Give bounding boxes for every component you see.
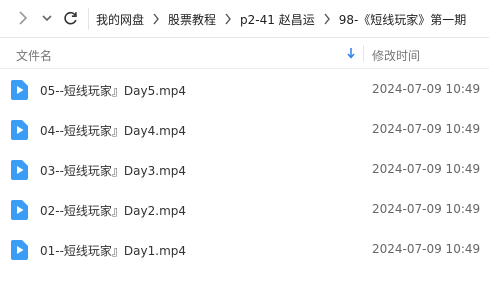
chevron-right-icon (19, 11, 28, 25)
file-name: 03--短线玩家』Day3.mp4 (40, 164, 187, 178)
file-name: 01--短线玩家』Day1.mp4 (40, 244, 187, 258)
chevron-right-icon (149, 12, 163, 26)
refresh-button[interactable] (61, 9, 79, 27)
breadcrumb-item-p2-41[interactable]: p2-41 赵昌运 (236, 11, 319, 28)
file-modified-time: 2024-07-09 10:49 (372, 122, 481, 136)
file-modified-time: 2024-07-09 10:49 (372, 202, 481, 216)
video-file-icon (11, 200, 28, 220)
file-browser-window: 我的网盘 股票教程 p2-41 赵昌运 98-《短线玩家》第一期 文件名 修改时… (0, 0, 489, 284)
breadcrumb-item-current[interactable]: 98-《短线玩家》第一期 (335, 11, 471, 28)
column-header-modified[interactable]: 修改时间 (372, 47, 420, 64)
file-row[interactable]: 04--短线玩家』Day4.mp4 2024-07-09 10:49 (0, 110, 489, 150)
video-file-icon (11, 240, 28, 260)
history-dropdown-button[interactable] (38, 9, 56, 27)
file-modified-time: 2024-07-09 10:49 (372, 82, 481, 96)
video-file-icon (11, 120, 28, 140)
file-name: 02--短线玩家』Day2.mp4 (40, 204, 187, 218)
file-row[interactable]: 02--短线玩家』Day2.mp4 2024-07-09 10:49 (0, 190, 489, 230)
column-divider[interactable] (363, 45, 364, 62)
chevron-right-icon (320, 12, 334, 26)
file-name: 04--短线玩家』Day4.mp4 (40, 124, 187, 138)
file-row[interactable]: 01--短线玩家』Day1.mp4 2024-07-09 10:49 (0, 230, 489, 270)
file-modified-time: 2024-07-09 10:49 (372, 242, 481, 256)
chevron-right-icon (221, 12, 235, 26)
file-row[interactable]: 05--短线玩家』Day5.mp4 2024-07-09 10:49 (0, 70, 489, 110)
file-modified-time: 2024-07-09 10:49 (372, 162, 481, 176)
chevron-down-icon (42, 15, 52, 22)
sort-arrow-icon[interactable] (347, 48, 355, 62)
breadcrumb-item-stock-tutorial[interactable]: 股票教程 (164, 11, 220, 28)
breadcrumb-item-root[interactable]: 我的网盘 (92, 11, 148, 28)
refresh-icon (63, 11, 77, 24)
video-file-icon (11, 80, 28, 100)
file-name: 05--短线玩家』Day5.mp4 (40, 84, 187, 98)
file-list-header: 文件名 修改时间 (0, 39, 489, 69)
forward-button[interactable] (14, 9, 32, 27)
toolbar-divider (88, 8, 89, 30)
toolbar: 我的网盘 股票教程 p2-41 赵昌运 98-《短线玩家》第一期 (0, 0, 489, 38)
breadcrumb: 我的网盘 股票教程 p2-41 赵昌运 98-《短线玩家》第一期 (92, 0, 470, 38)
file-row[interactable]: 03--短线玩家』Day3.mp4 2024-07-09 10:49 (0, 150, 489, 190)
video-file-icon (11, 160, 28, 180)
column-header-name[interactable]: 文件名 (16, 47, 52, 64)
